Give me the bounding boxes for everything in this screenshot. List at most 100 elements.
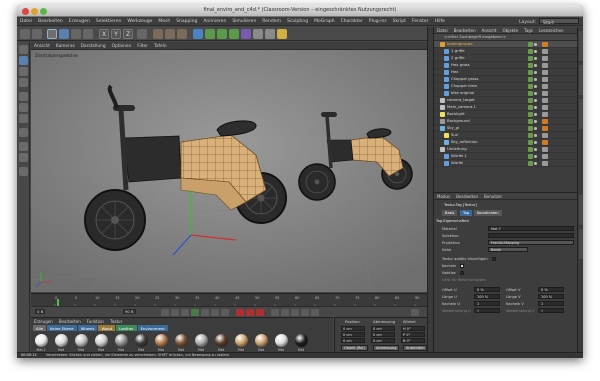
attr-offset-v-field[interactable]: 0 % bbox=[538, 287, 564, 292]
material-tag-icon[interactable] bbox=[542, 147, 548, 152]
visibility-check-icon[interactable] bbox=[528, 112, 533, 117]
object-row[interactable]: Hex bbox=[434, 69, 577, 76]
menu-mograph[interactable]: MoGraph bbox=[311, 17, 337, 24]
render-dot-icon[interactable] bbox=[534, 148, 537, 151]
material-tag-icon[interactable] bbox=[542, 105, 548, 110]
solo-icon[interactable] bbox=[19, 167, 28, 176]
array-icon[interactable] bbox=[229, 29, 239, 39]
material-swatch[interactable] bbox=[35, 334, 48, 347]
checkbox-checked-icon[interactable] bbox=[460, 264, 465, 268]
menu-charakter[interactable]: Charakter bbox=[338, 17, 366, 24]
attr-laenge-v-field[interactable]: 100 % bbox=[538, 294, 564, 299]
attr-seite-dropdown[interactable]: Beide bbox=[488, 247, 528, 252]
visibility-check-icon[interactable] bbox=[528, 126, 533, 131]
material-swatch[interactable] bbox=[75, 334, 88, 347]
object-menu-datei[interactable]: Datei bbox=[434, 27, 451, 33]
attr-tab-basis[interactable]: Basis bbox=[442, 210, 458, 216]
material-menu-textur[interactable]: Textur bbox=[107, 318, 125, 324]
visibility-check-icon[interactable] bbox=[528, 161, 533, 166]
material-tag-icon[interactable] bbox=[542, 77, 548, 82]
visibility-check-icon[interactable] bbox=[528, 49, 533, 54]
rotate-tool-icon[interactable] bbox=[83, 29, 93, 39]
attr-offset-u-field[interactable]: 0 % bbox=[474, 287, 500, 292]
render-dot-icon[interactable] bbox=[534, 141, 537, 144]
visibility-check-icon[interactable] bbox=[528, 84, 533, 89]
attr-check-kacheln[interactable]: Kacheln bbox=[436, 263, 576, 269]
rotation-key-button[interactable] bbox=[291, 309, 299, 316]
material-tag-icon[interactable] bbox=[542, 133, 548, 138]
visibility-check-icon[interactable] bbox=[528, 140, 533, 145]
object-row[interactable]: Sky_reflection bbox=[434, 139, 577, 146]
size-y-field[interactable]: 0 cm bbox=[371, 332, 395, 337]
menu-fenster[interactable]: Fenster bbox=[409, 17, 432, 24]
side-tab-attributes[interactable] bbox=[579, 195, 583, 225]
material-swatch[interactable] bbox=[155, 334, 168, 347]
viewport-menu-kameras[interactable]: Kameras bbox=[53, 42, 78, 49]
material-swatch[interactable] bbox=[175, 334, 188, 347]
object-row[interactable]: Background bbox=[434, 118, 577, 125]
visibility-check-icon[interactable] bbox=[528, 147, 533, 152]
attr-tab-koordinaten[interactable]: Koordinaten bbox=[474, 210, 502, 216]
render-view-icon[interactable] bbox=[153, 29, 163, 39]
side-tab-structure[interactable] bbox=[579, 99, 583, 129]
object-row[interactable]: Hex gross bbox=[434, 62, 577, 69]
material-tag-icon[interactable] bbox=[542, 140, 548, 145]
menu-mesh[interactable]: Mesh bbox=[155, 17, 173, 24]
material-menu-erzeugen[interactable]: Erzeugen bbox=[31, 318, 56, 324]
attr-wdh-u-field[interactable]: 0 bbox=[474, 308, 500, 313]
visibility-check-icon[interactable] bbox=[528, 98, 533, 103]
menu-animieren[interactable]: Animieren bbox=[200, 17, 229, 24]
object-row[interactable]: Chopper klein bbox=[434, 83, 577, 90]
material-swatch[interactable] bbox=[55, 334, 68, 347]
menu-skript[interactable]: Skript bbox=[390, 17, 409, 24]
keyframe-selection-button[interactable] bbox=[256, 309, 264, 316]
start-frame-field[interactable]: 0 B bbox=[35, 309, 46, 314]
material-tag-icon[interactable] bbox=[542, 154, 548, 159]
visibility-check-icon[interactable] bbox=[528, 77, 533, 82]
render-dot-icon[interactable] bbox=[534, 127, 537, 130]
object-row[interactable]: 2 griffe bbox=[434, 55, 577, 62]
material-tab-wood[interactable]: Wood bbox=[98, 325, 116, 331]
viewport-menu-filter[interactable]: Filter bbox=[134, 42, 151, 49]
side-tab-layers[interactable] bbox=[579, 229, 583, 259]
visibility-check-icon[interactable] bbox=[528, 133, 533, 138]
scale-tool-icon[interactable] bbox=[71, 29, 81, 39]
object-menu-objekte[interactable]: Objekte bbox=[499, 27, 521, 33]
cube-primitive-icon[interactable] bbox=[193, 29, 203, 39]
material-tag-icon[interactable] bbox=[542, 63, 548, 68]
size-z-field[interactable]: 0 cm bbox=[371, 338, 395, 343]
material-swatch[interactable] bbox=[215, 334, 228, 347]
material-tag-icon[interactable] bbox=[542, 56, 548, 61]
render-dot-icon[interactable] bbox=[534, 50, 537, 53]
render-dot-icon[interactable] bbox=[534, 57, 537, 60]
parameter-key-button[interactable] bbox=[301, 309, 309, 316]
menu-erzeugen[interactable]: Erzeugen bbox=[66, 17, 93, 24]
axis-x-button[interactable]: X bbox=[99, 29, 109, 39]
object-row[interactable]: Umleitung bbox=[434, 146, 577, 153]
attr-projektion-dropdown[interactable]: Frontal-Mapping bbox=[488, 240, 574, 245]
menu-plugins[interactable]: Plug-ins bbox=[366, 17, 390, 24]
render-dot-icon[interactable] bbox=[534, 85, 537, 88]
menu-bearbeiten[interactable]: Bearbeiten bbox=[35, 17, 66, 24]
menu-datei[interactable]: Datei bbox=[17, 17, 35, 24]
render-dot-icon[interactable] bbox=[534, 134, 537, 137]
position-x-field[interactable]: 0 cm bbox=[341, 326, 365, 331]
object-row[interactable]: Sun bbox=[434, 132, 577, 139]
snap-icon[interactable] bbox=[19, 142, 28, 151]
material-tag-icon[interactable] bbox=[542, 161, 548, 166]
point-level-key-button[interactable] bbox=[311, 309, 319, 316]
material-swatch[interactable] bbox=[195, 334, 208, 347]
object-row[interactable]: Main_camera.1 bbox=[434, 104, 577, 111]
render-dot-icon[interactable] bbox=[534, 43, 537, 46]
material-tag-icon[interactable] bbox=[542, 119, 548, 124]
material-swatch[interactable] bbox=[275, 334, 288, 347]
coord-mode-dropdown[interactable]: Objekt (Rel) bbox=[341, 345, 368, 351]
render-settings-icon[interactable] bbox=[177, 29, 187, 39]
viewport-menu-tafeln[interactable]: Tafeln bbox=[151, 42, 170, 49]
uv-mode-icon[interactable] bbox=[19, 128, 28, 137]
material-swatch[interactable] bbox=[135, 334, 148, 347]
object-row[interactable]: Backlight bbox=[434, 111, 577, 118]
angle-b-field[interactable]: B 0° bbox=[401, 338, 425, 343]
go-to-start-button[interactable] bbox=[161, 309, 169, 316]
checkbox-icon[interactable] bbox=[491, 257, 496, 261]
